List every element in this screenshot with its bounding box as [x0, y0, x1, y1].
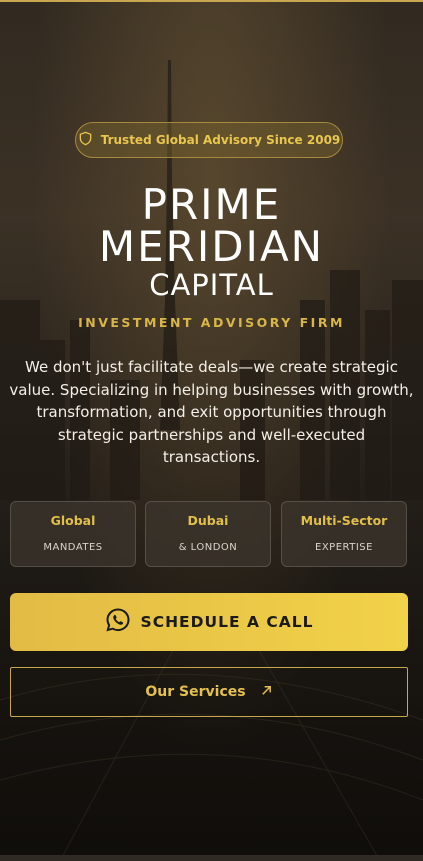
shield-icon [78, 131, 93, 149]
schedule-call-button[interactable]: SCHEDULE A CALL [10, 593, 408, 651]
stat-card-global: Global MANDATES [10, 501, 136, 567]
brand-title-line2: MERIDIAN [98, 222, 325, 271]
tagline: INVESTMENT ADVISORY FIRM [78, 315, 345, 330]
our-services-label: Our Services [145, 684, 246, 700]
brand-title-line3: CAPITAL [149, 268, 274, 302]
badge-text: Trusted Global Advisory Since 2009 [100, 133, 341, 147]
stat-label: & LONDON [178, 542, 238, 553]
whatsapp-icon [105, 607, 131, 637]
schedule-call-label: SCHEDULE A CALL [140, 613, 314, 631]
bottom-bar [0, 855, 423, 861]
stat-value: Global [50, 513, 96, 528]
stat-value: Dubai [187, 513, 229, 528]
our-services-button[interactable]: Our Services [10, 667, 408, 717]
stat-value: Multi-Sector [300, 513, 388, 528]
stat-label: MANDATES [43, 542, 103, 553]
top-accent-line [0, 0, 423, 2]
trusted-badge: Trusted Global Advisory Since 2009 [75, 122, 343, 158]
hero-description: We don't just facilitate deals—we create… [9, 358, 414, 466]
stat-card-multi-sector: Multi-Sector EXPERTISE [281, 501, 407, 567]
stat-card-dubai: Dubai & LONDON [145, 501, 271, 567]
stat-label: EXPERTISE [315, 542, 373, 553]
arrow-up-right-icon [260, 684, 273, 701]
